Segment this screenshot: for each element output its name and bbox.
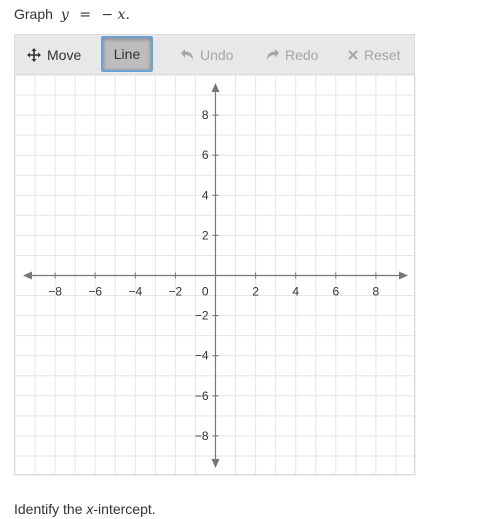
line-tool-button[interactable]: Line bbox=[101, 36, 153, 72]
x-tick-label: 8 bbox=[373, 285, 380, 299]
prompt-lead: Graph bbox=[14, 6, 53, 22]
grid-svg[interactable]: −8 −6 −4 −2 2 4 6 8 8 6 4 2 −2 −4 −6 −8 0 bbox=[15, 75, 416, 476]
y-tick-label: 4 bbox=[202, 188, 209, 202]
move-arrows-icon bbox=[27, 48, 41, 62]
redo-arrow-icon bbox=[266, 49, 279, 61]
equation-lhs: y bbox=[60, 7, 69, 23]
x-tick-label: −4 bbox=[128, 285, 142, 299]
equation-period: . bbox=[125, 7, 130, 23]
y-tick-label: 8 bbox=[202, 108, 209, 122]
coordinate-grid[interactable]: −8 −6 −4 −2 2 4 6 8 8 6 4 2 −2 −4 −6 −8 0 bbox=[14, 74, 416, 476]
y-tick-label: −2 bbox=[195, 309, 209, 323]
x-tick-label: −8 bbox=[48, 285, 62, 299]
origin-label: 0 bbox=[202, 285, 209, 299]
x-tick-label: 2 bbox=[252, 285, 259, 299]
x-tick-label: −2 bbox=[169, 285, 183, 299]
problem-prompt: Graph y = − x. bbox=[14, 6, 130, 23]
x-tick-label: 6 bbox=[332, 285, 339, 299]
close-x-icon bbox=[348, 50, 358, 60]
x-axis-right-arrow bbox=[399, 271, 408, 280]
move-tool-label: Move bbox=[47, 47, 82, 63]
reset-label: Reset bbox=[364, 47, 401, 63]
x-axis-left-arrow bbox=[23, 271, 32, 280]
graph-toolbar: Move Line Undo Redo Reset bbox=[14, 34, 415, 74]
y-tick-label: −8 bbox=[195, 429, 209, 443]
prompt-equation: y = − x. bbox=[61, 7, 130, 23]
reset-button[interactable]: Reset bbox=[348, 35, 401, 75]
equation-operator: = bbox=[79, 7, 91, 23]
y-tick-label: 2 bbox=[202, 228, 209, 242]
redo-label: Redo bbox=[285, 47, 319, 63]
x-tick-label: 4 bbox=[292, 285, 299, 299]
y-tick-label: −4 bbox=[195, 349, 209, 363]
question-text: Identify the x-intercept. bbox=[14, 501, 156, 517]
question-before: Identify the bbox=[14, 501, 87, 517]
move-tool-button[interactable]: Move bbox=[27, 35, 81, 75]
y-axis-up-arrow bbox=[211, 83, 220, 92]
undo-button[interactable]: Undo bbox=[181, 35, 233, 75]
x-tick-label: −6 bbox=[88, 285, 102, 299]
y-axis-down-arrow bbox=[211, 459, 220, 468]
undo-label: Undo bbox=[200, 47, 234, 63]
y-tick-label: 6 bbox=[202, 148, 209, 162]
line-tool-label: Line bbox=[113, 46, 141, 62]
equation-rhs: − x bbox=[101, 7, 126, 23]
redo-button[interactable]: Redo bbox=[266, 35, 318, 75]
y-tick-label: −6 bbox=[195, 389, 209, 403]
question-after: -intercept. bbox=[93, 501, 156, 517]
undo-arrow-icon bbox=[181, 49, 194, 61]
